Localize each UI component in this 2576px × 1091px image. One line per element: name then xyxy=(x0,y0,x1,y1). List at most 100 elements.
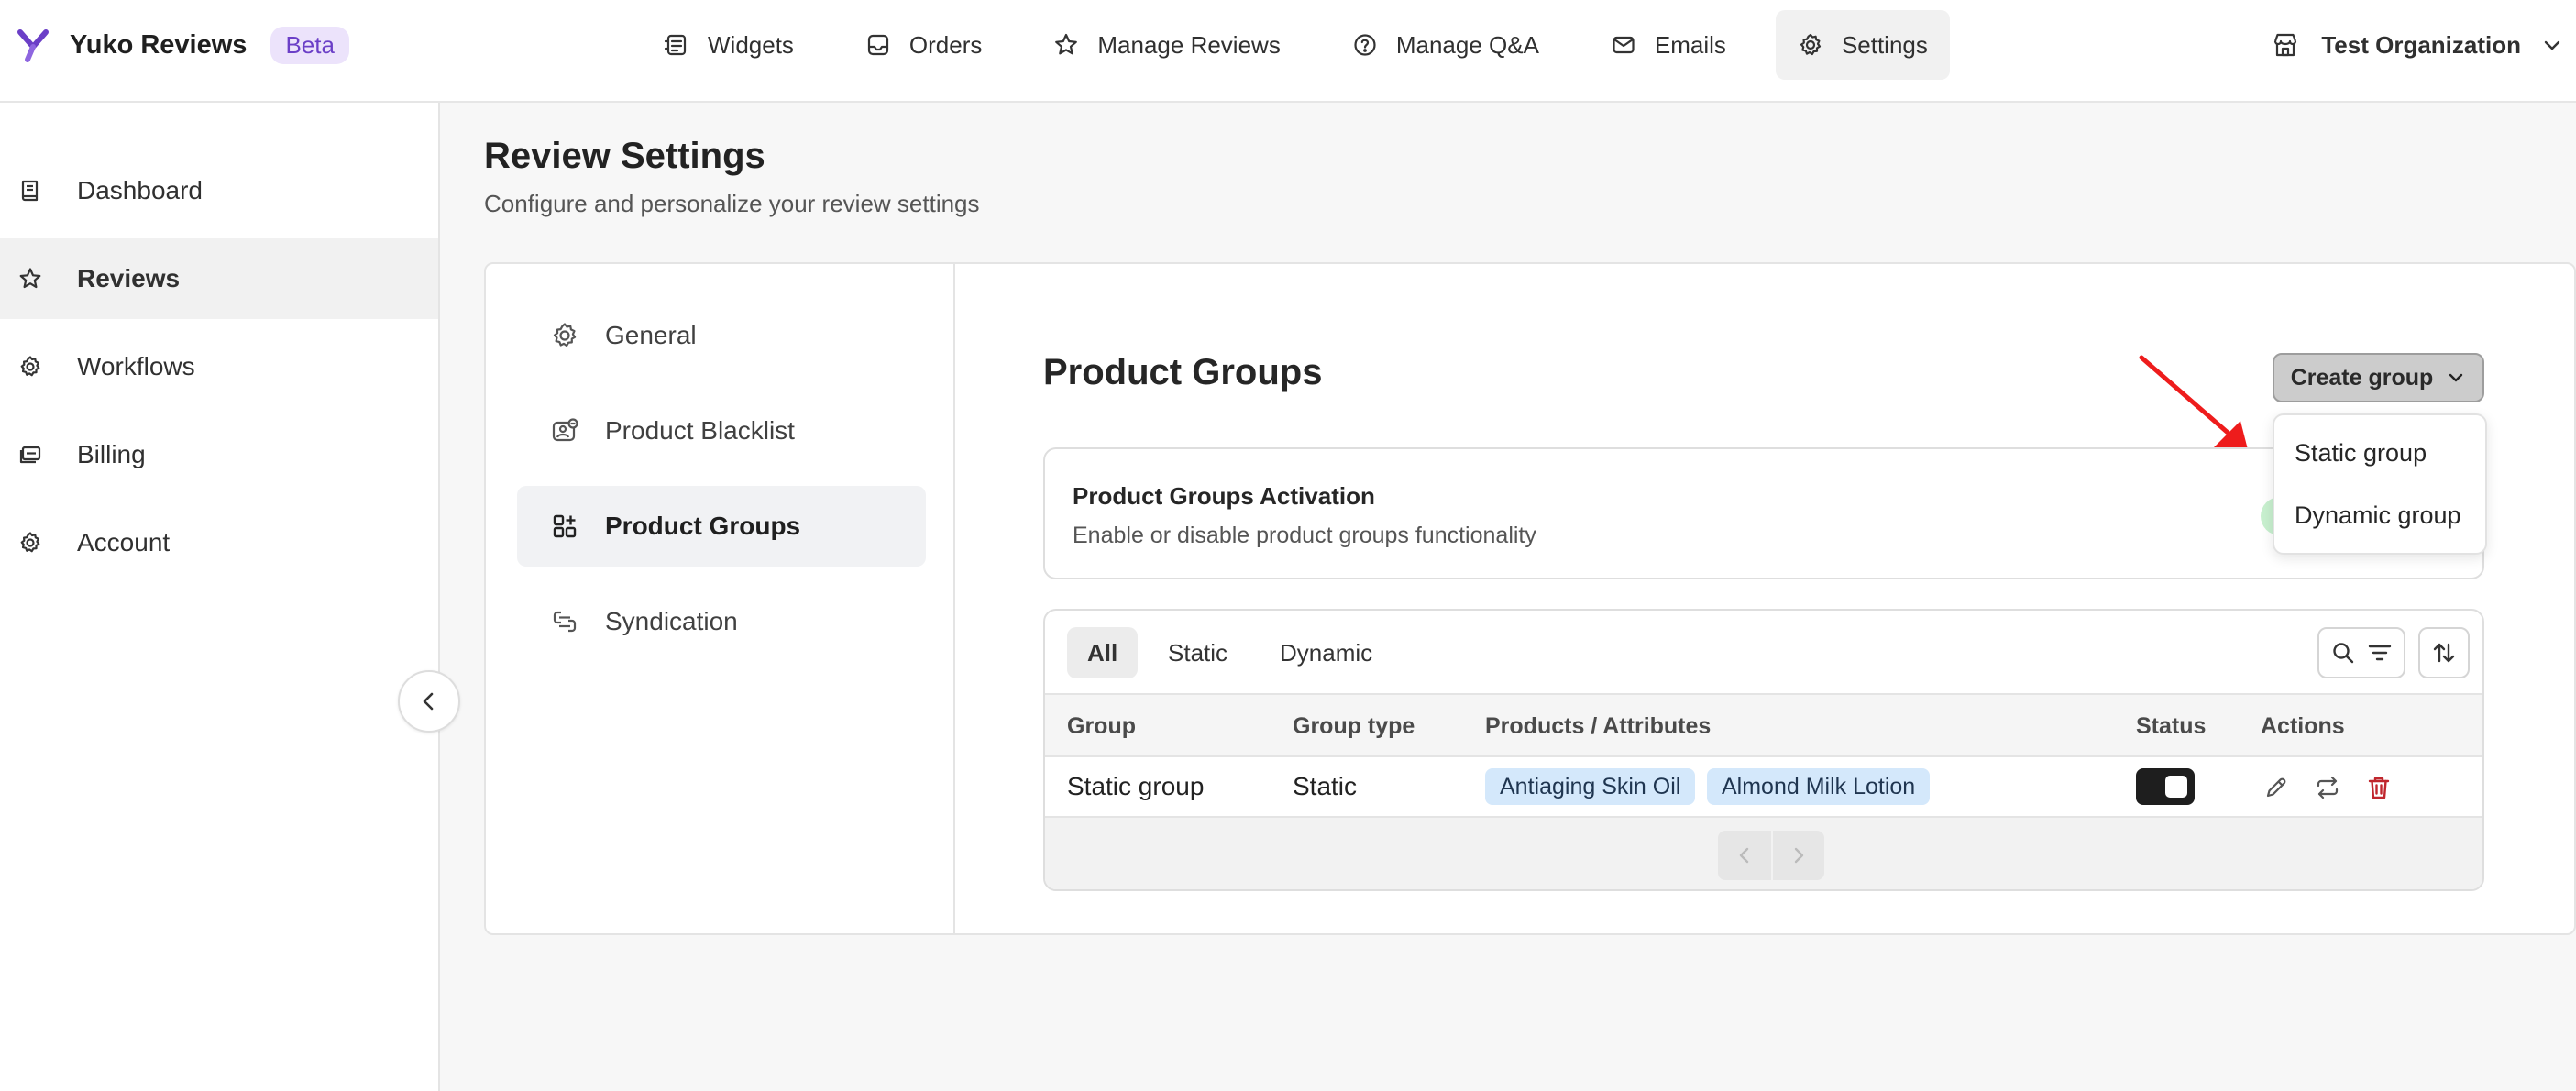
beta-badge: Beta xyxy=(270,26,349,64)
delete-icon[interactable] xyxy=(2365,774,2393,801)
topnav-settings[interactable]: Settings xyxy=(1775,10,1950,80)
settings-nav-label: Syndication xyxy=(605,607,738,635)
table-header: Group Group type Products / Attributes S… xyxy=(1045,693,2482,757)
cell-group-name: Static group xyxy=(1067,772,1205,800)
create-group-dropdown: Static group Dynamic group xyxy=(2273,413,2487,555)
sync-icon[interactable] xyxy=(2314,774,2341,801)
page-subtitle: Configure and personalize your review se… xyxy=(484,190,980,217)
top-nav: Widgets Orders Manage Reviews Manage Q&A… xyxy=(642,10,1950,80)
top-bar: Yuko Reviews Beta Widgets Orders Manage … xyxy=(0,0,2576,103)
filter-icon[interactable] xyxy=(2367,640,2393,666)
topnav-label: Orders xyxy=(908,30,983,59)
settings-nav-product-blacklist[interactable]: Product Blacklist xyxy=(517,391,926,471)
topnav-manage-reviews[interactable]: Manage Reviews xyxy=(1031,10,1302,80)
chevron-left-icon xyxy=(1734,845,1755,865)
gear-icon xyxy=(18,531,42,555)
sidebar-item-label: Account xyxy=(77,528,171,557)
product-block-icon xyxy=(550,416,579,446)
settings-nav-label: Product Blacklist xyxy=(605,416,795,445)
column-header-group: Group xyxy=(1067,713,1136,739)
syndication-icon xyxy=(550,607,579,636)
sidebar-item-dashboard[interactable]: Dashboard xyxy=(0,150,438,231)
gear-icon xyxy=(1798,32,1823,58)
gear-icon xyxy=(550,321,579,350)
settings-nav-syndication[interactable]: Syndication xyxy=(517,581,926,662)
topnav-label: Widgets xyxy=(708,30,794,59)
organization-name: Test Organization xyxy=(2321,30,2521,59)
sort-icon xyxy=(2431,640,2457,666)
inbox-icon xyxy=(865,32,891,58)
filter-tab-dynamic[interactable]: Dynamic xyxy=(1260,627,1393,678)
chevron-down-icon xyxy=(2541,34,2563,56)
create-group-label: Create group xyxy=(2290,364,2434,391)
store-icon xyxy=(2272,31,2299,59)
organization-switcher[interactable]: Test Organization xyxy=(2272,24,2563,66)
filter-tab-all[interactable]: All xyxy=(1067,627,1139,678)
settings-nav-product-groups[interactable]: Product Groups xyxy=(517,486,926,567)
previous-page-button[interactable] xyxy=(1718,831,1771,880)
topnav-label: Manage Q&A xyxy=(1395,30,1539,59)
activation-description: Enable or disable product groups functio… xyxy=(1073,523,1536,548)
table-row: Static group Static Antiaging Skin Oil A… xyxy=(1045,757,2482,818)
create-group-button[interactable]: Create group xyxy=(2273,353,2484,402)
column-header-products: Products / Attributes xyxy=(1485,713,1712,739)
sidebar-item-billing[interactable]: Billing xyxy=(0,414,438,495)
topnav-label: Manage Reviews xyxy=(1097,30,1281,59)
column-header-group-type: Group type xyxy=(1293,713,1415,739)
dropdown-item-dynamic-group[interactable]: Dynamic group xyxy=(2295,501,2461,530)
topnav-manage-qa[interactable]: Manage Q&A xyxy=(1330,10,1561,80)
activation-title: Product Groups Activation xyxy=(1073,482,1375,510)
sidebar-item-label: Dashboard xyxy=(77,176,203,204)
sidebar-item-workflows[interactable]: Workflows xyxy=(0,326,438,407)
sidebar-item-label: Billing xyxy=(77,440,146,468)
yuko-logo-icon xyxy=(15,27,51,63)
topnav-widgets[interactable]: Widgets xyxy=(642,10,816,80)
topnav-orders[interactable]: Orders xyxy=(843,10,1004,80)
pagination xyxy=(1718,831,1824,880)
star-icon xyxy=(18,267,42,291)
search-icon[interactable] xyxy=(2330,640,2356,666)
filter-tab-static[interactable]: Static xyxy=(1148,627,1248,678)
settings-nav-label: Product Groups xyxy=(605,512,801,540)
book-icon xyxy=(18,179,42,203)
dropdown-item-static-group[interactable]: Static group xyxy=(2295,439,2427,468)
sort-button[interactable] xyxy=(2418,627,2470,678)
activation-card: Product Groups Activation Enable or disa… xyxy=(1043,447,2484,579)
chevron-down-icon xyxy=(2446,368,2466,388)
topnav-emails[interactable]: Emails xyxy=(1589,10,1748,80)
star-icon xyxy=(1053,32,1079,58)
product-chip: Antiaging Skin Oil xyxy=(1485,768,1696,805)
grid-plus-icon xyxy=(550,512,579,541)
brand-name: Yuko Reviews xyxy=(70,29,248,60)
cell-group-type: Static xyxy=(1293,772,1358,800)
column-header-status: Status xyxy=(2136,713,2207,739)
sidebar-item-label: Workflows xyxy=(77,352,195,380)
next-page-button[interactable] xyxy=(1771,831,1824,880)
chevron-right-icon xyxy=(1789,845,1809,865)
groups-table-card: All Static Dynamic Group Group type Prod… xyxy=(1043,609,2484,891)
sidebar-item-reviews[interactable]: Reviews xyxy=(0,238,438,319)
sidebar: Dashboard Reviews Workflows Billing Acco… xyxy=(0,103,440,1091)
search-filter-toolbar xyxy=(2317,627,2405,678)
settings-nav-general[interactable]: General xyxy=(517,295,926,376)
settings-nav: General Product Blacklist Product Groups xyxy=(486,264,955,933)
status-toggle[interactable] xyxy=(2136,768,2195,805)
question-circle-icon xyxy=(1352,32,1378,58)
mail-icon xyxy=(1611,32,1636,58)
column-header-actions: Actions xyxy=(2261,713,2345,739)
sidebar-item-account[interactable]: Account xyxy=(0,502,438,583)
product-chip: Almond Milk Lotion xyxy=(1707,768,1931,805)
chevron-left-icon xyxy=(417,689,441,713)
edit-icon[interactable] xyxy=(2262,774,2290,801)
settings-nav-label: General xyxy=(605,321,697,349)
topnav-label: Settings xyxy=(1841,30,1928,59)
card-icon xyxy=(18,443,42,467)
brand[interactable]: Yuko Reviews Beta xyxy=(15,24,349,66)
collapse-sidebar-button[interactable] xyxy=(398,670,460,733)
table-footer xyxy=(1045,818,2482,889)
topnav-label: Emails xyxy=(1654,30,1726,59)
widgets-icon xyxy=(664,32,689,58)
toggle-knob xyxy=(2165,776,2187,798)
sidebar-item-label: Reviews xyxy=(77,264,181,292)
cogs-icon xyxy=(18,355,42,379)
